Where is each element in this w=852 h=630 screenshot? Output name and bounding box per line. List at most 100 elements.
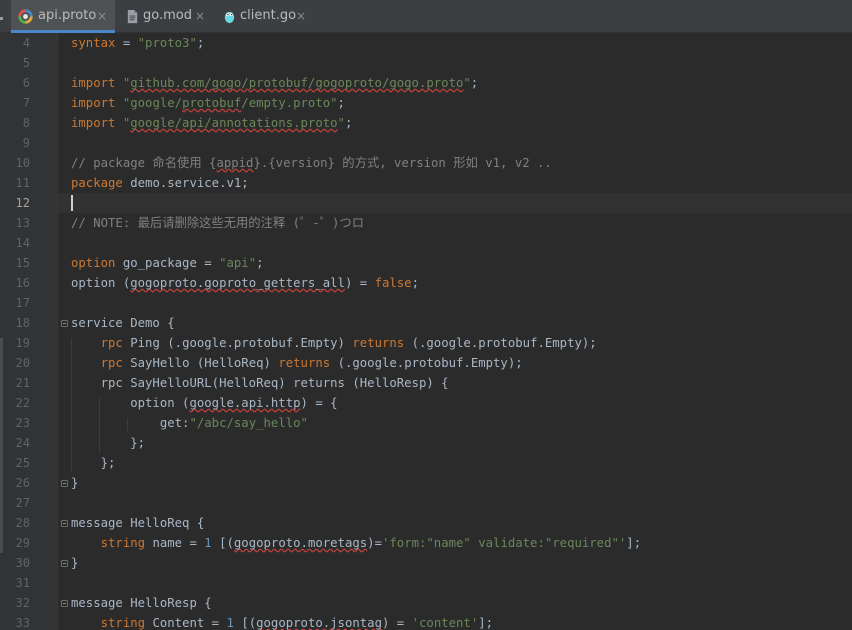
ide-window: api.proto × go.mod × client.go × 4 5 6 7… — [0, 0, 852, 630]
line-number: 7 — [22, 96, 30, 110]
code-token: ; — [470, 76, 479, 90]
code-token: string — [100, 616, 153, 630]
line-number: 8 — [22, 116, 30, 130]
line-number: 9 — [22, 136, 30, 150]
code-line: rpc SayHelloURL(HelloReq) returns (Hello… — [71, 373, 449, 393]
line-number: 15 — [15, 256, 30, 270]
code-token: google.api.http — [189, 396, 301, 410]
tab-label: go.mod — [143, 8, 192, 23]
code-token: rpc SayHelloURL(HelloReq) returns (Hello… — [71, 376, 449, 390]
code-line: syntax = "proto3"; — [71, 33, 204, 53]
code-token: rpc — [100, 356, 131, 370]
file-icon — [127, 9, 138, 24]
code-token: import — [71, 116, 123, 130]
line-number: 25 — [15, 456, 30, 470]
code-token: }.{version} 的方式, version 形如 v1, v2 .. — [253, 156, 552, 170]
line-number: 13 — [15, 216, 30, 230]
code-token: ) = — [381, 616, 412, 630]
line-number: 26 — [15, 476, 30, 490]
code-token: ; — [256, 256, 264, 270]
fold-toggle-icon[interactable] — [61, 600, 68, 607]
close-icon[interactable]: × — [195, 8, 205, 24]
line-number: 31 — [15, 576, 30, 590]
code-token: " — [337, 116, 345, 130]
code-editor[interactable]: 4 5 6 7 8 9 10 11 12 13 14 15 16 17 18 19 20 21 22 23 24 25 26… — [0, 33, 852, 630]
code-token: name = — [152, 536, 205, 550]
line-number: 4 — [22, 36, 30, 50]
code-token: google/api/annotations.proto — [130, 116, 338, 130]
code-token: [( — [241, 616, 257, 630]
code-line: rpc Ping (.google.protobuf.Empty) return… — [71, 333, 597, 353]
line-number: 29 — [15, 536, 30, 550]
close-icon[interactable]: × — [296, 8, 306, 24]
proto-icon — [18, 9, 33, 24]
code-token: 'content' — [411, 616, 479, 630]
line-number: 20 — [15, 356, 30, 370]
line-number: 10 — [15, 156, 30, 170]
code-token: gogoproto.jsontag — [256, 616, 382, 630]
code-token: ; — [344, 116, 353, 130]
line-number: 18 — [15, 316, 30, 330]
line-number: 19 — [15, 336, 30, 350]
code-token: import — [71, 96, 123, 110]
fold-toggle-icon[interactable] — [61, 320, 68, 327]
code-token: 1 — [204, 536, 220, 550]
code-token: protobuf — [182, 96, 242, 110]
code-line: string Content = 1 [(gogoproto.jsontag) … — [71, 613, 493, 630]
tab-scroll-left-indicator[interactable] — [0, 17, 3, 20]
code-line: // package 命名使用 {appid}.{version} 的方式, v… — [71, 153, 552, 173]
code-token: appid — [216, 156, 254, 170]
code-token: gogoproto.goproto_getters_all — [130, 276, 345, 290]
code-token: } — [71, 476, 79, 490]
code-line: rpc SayHello (HelloReq) returns (.google… — [71, 353, 523, 373]
code-line: import "google/protobuf/empty.proto"; — [71, 93, 345, 113]
fold-toggle-icon[interactable] — [61, 560, 68, 567]
line-number: 16 — [15, 276, 30, 290]
text-cursor — [71, 195, 73, 211]
close-icon[interactable]: × — [97, 8, 107, 24]
code-token: [( — [219, 536, 234, 550]
line-number: 5 — [22, 56, 30, 70]
code-line: get:"/abc/say_hello" — [71, 413, 308, 433]
editor-tab-bar: api.proto × go.mod × client.go × — [0, 0, 852, 33]
tab-go-mod[interactable]: go.mod × — [118, 0, 214, 33]
code-line: string name = 1 [(gogoproto.moretags)='f… — [71, 533, 641, 553]
line-number: 30 — [15, 556, 30, 570]
tab-label: client.go — [240, 8, 297, 23]
code-token: ; — [411, 276, 419, 290]
fold-toggle-icon[interactable] — [61, 480, 68, 487]
line-number: 21 — [15, 376, 30, 390]
code-token: Ping (.google.protobuf.Empty) — [130, 336, 353, 350]
code-token: import — [71, 76, 123, 90]
line-number: 11 — [15, 176, 30, 190]
tab-client-go[interactable]: client.go × — [216, 0, 318, 33]
code-line: service Demo { — [71, 313, 175, 333]
code-line: import "github.com/gogo/protobuf/gogopro… — [71, 73, 478, 93]
line-number: 6 — [22, 76, 30, 90]
code-line: option go_package = "api"; — [71, 253, 264, 273]
line-number: 17 — [15, 296, 30, 310]
code-token: message HelloReq { — [71, 516, 205, 530]
code-token: false — [374, 276, 412, 290]
code-token: ]; — [478, 616, 494, 630]
code-token: get: — [71, 416, 190, 430]
code-token: }; — [71, 436, 146, 450]
code-token: // package 命名使用 { — [71, 156, 217, 170]
code-token: gogoproto.moretags — [233, 536, 368, 550]
code-token: "proto3" — [137, 36, 197, 50]
code-token: } — [71, 556, 79, 570]
tab-api-proto[interactable]: api.proto × — [11, 0, 115, 33]
code-token: "google/ — [122, 96, 183, 110]
code-token: go_package = — [122, 256, 220, 270]
line-number: 28 — [15, 516, 30, 530]
line-number: 14 — [15, 236, 30, 250]
line-number: 27 — [15, 496, 30, 510]
line-number: 12 — [15, 196, 30, 210]
code-line: } — [71, 553, 78, 573]
code-token: )= — [367, 536, 382, 550]
line-number: 24 — [15, 436, 30, 450]
code-token: syntax — [71, 36, 116, 50]
fold-toggle-icon[interactable] — [61, 520, 68, 527]
code-token: (.google.protobuf.Empty); — [411, 336, 597, 350]
